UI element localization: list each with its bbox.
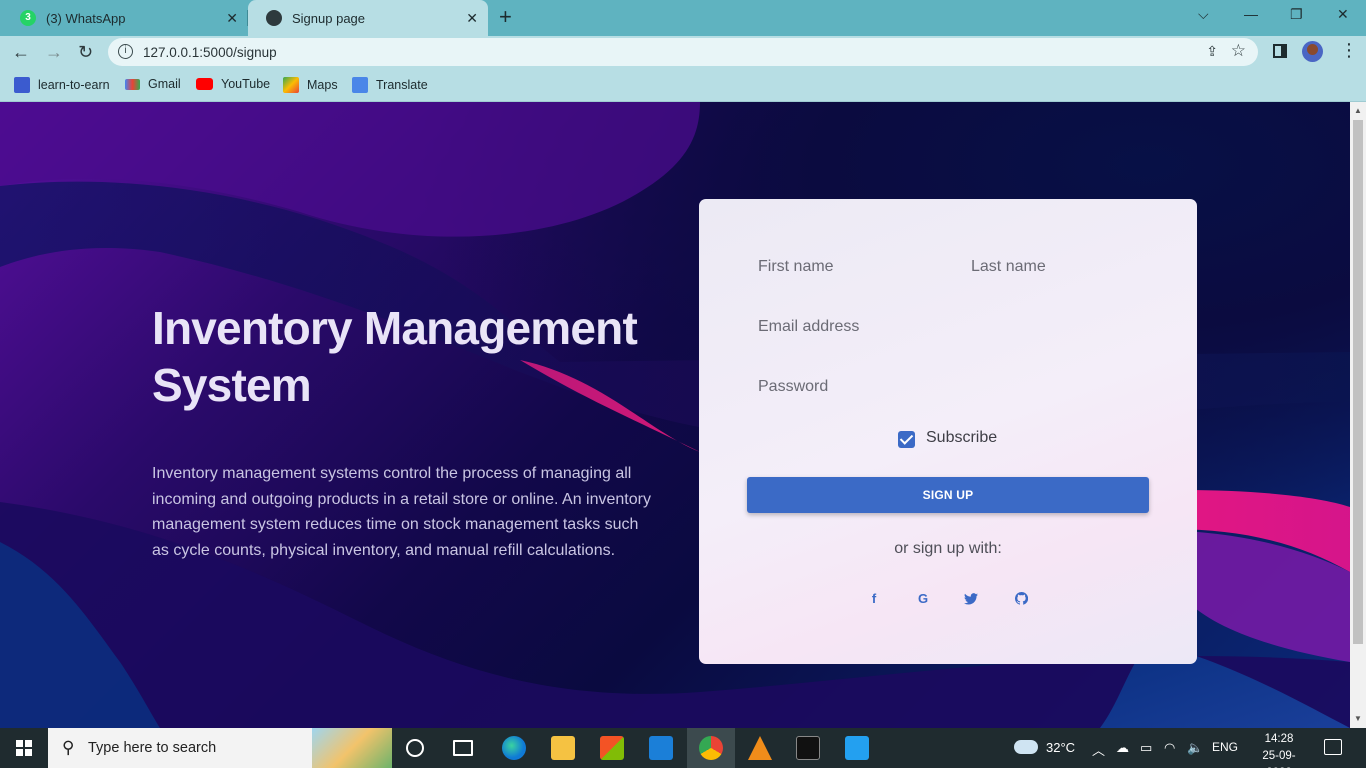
- chrome-icon[interactable]: [699, 736, 723, 760]
- whatsapp-icon: 3: [20, 10, 36, 26]
- github-icon[interactable]: [1011, 589, 1031, 609]
- reload-icon[interactable]: ↻: [78, 41, 93, 63]
- learn-to-earn-icon: [14, 77, 30, 93]
- terminal-icon[interactable]: [796, 736, 820, 760]
- windows-taskbar: ⚲ Type here to search 32°C ︿ ☁ ▭ ◠ 🔈 ENG…: [0, 728, 1366, 768]
- vlc-icon[interactable]: [748, 736, 772, 760]
- profile-avatar[interactable]: [1302, 41, 1323, 62]
- page-title: Inventory Management System: [152, 302, 638, 411]
- windows-start-icon[interactable]: [16, 740, 32, 756]
- subscribe-label[interactable]: Subscribe: [926, 429, 997, 447]
- facebook-icon[interactable]: f: [864, 589, 884, 609]
- side-panel-icon[interactable]: [1273, 44, 1287, 58]
- maps-icon: [283, 77, 299, 93]
- weather-temperature[interactable]: 32°C: [1046, 740, 1075, 755]
- onedrive-icon[interactable]: ☁: [1116, 740, 1129, 756]
- bookmark-maps[interactable]: Maps: [283, 77, 338, 93]
- bookmark-translate[interactable]: Translate: [352, 77, 428, 93]
- tab-signup[interactable]: Signup page ✕: [248, 0, 488, 36]
- bookmark-star-icon[interactable]: ☆: [1231, 41, 1246, 61]
- signup-card: Subscribe SIGN UP or sign up with: f G: [699, 199, 1197, 664]
- minimize-icon[interactable]: —: [1244, 6, 1258, 22]
- page-background: Inventory Management System Inventory ma…: [0, 102, 1350, 728]
- scroll-up-icon[interactable]: ▲: [1354, 106, 1362, 115]
- file-explorer-icon[interactable]: [551, 736, 575, 760]
- wifi-icon[interactable]: ◠: [1164, 740, 1175, 756]
- sign-up-button[interactable]: SIGN UP: [747, 477, 1149, 513]
- mail-icon[interactable]: [649, 736, 673, 760]
- scrollbar-thumb[interactable]: [1353, 120, 1363, 644]
- google-icon[interactable]: G: [913, 589, 933, 609]
- translate-icon: [352, 77, 368, 93]
- search-highlight-image: [312, 728, 392, 768]
- first-name-input[interactable]: [758, 256, 948, 278]
- url-text[interactable]: 127.0.0.1:5000/signup: [143, 45, 277, 60]
- taskbar-search-placeholder: Type here to search: [88, 740, 217, 756]
- page-scrollbar[interactable]: ▲ ▼: [1350, 102, 1366, 728]
- back-icon[interactable]: ←: [12, 41, 30, 63]
- bookmarks-bar: learn-to-earn Gmail YouTube Maps Transla…: [0, 68, 1366, 102]
- volume-icon[interactable]: 🔈: [1187, 740, 1203, 756]
- close-window-icon[interactable]: ✕: [1337, 6, 1349, 23]
- bookmark-gmail[interactable]: Gmail: [125, 77, 181, 91]
- globe-icon: [266, 10, 282, 26]
- bookmark-learn-to-earn[interactable]: learn-to-earn: [14, 77, 110, 93]
- address-bar[interactable]: i 127.0.0.1:5000/signup ⇪ ☆: [108, 38, 1258, 66]
- microsoft-store-icon[interactable]: [600, 736, 624, 760]
- password-input[interactable]: [758, 376, 1148, 398]
- last-name-input[interactable]: [971, 256, 1161, 278]
- edge-icon[interactable]: [502, 736, 526, 760]
- site-info-icon[interactable]: i: [118, 44, 133, 59]
- page-description: Inventory management systems control the…: [152, 465, 651, 559]
- taskbar-search[interactable]: ⚲ Type here to search: [48, 728, 392, 768]
- close-tab-icon[interactable]: ✕: [226, 10, 238, 26]
- youtube-icon: [196, 78, 213, 90]
- new-tab-icon[interactable]: +: [499, 6, 512, 28]
- email-input[interactable]: [758, 316, 1148, 338]
- twitter-icon[interactable]: [961, 589, 981, 609]
- taskbar-clock[interactable]: 14:28 25-09-2022: [1253, 731, 1305, 768]
- tab-search-chevron-icon[interactable]: ⌵: [1198, 6, 1209, 23]
- tab-title: (3) WhatsApp: [46, 10, 126, 26]
- tray-chevron-up-icon[interactable]: ︿: [1092, 740, 1105, 759]
- tab-whatsapp[interactable]: 3 (3) WhatsApp ✕: [2, 0, 248, 36]
- bookmark-youtube[interactable]: YouTube: [196, 77, 270, 91]
- gmail-icon: [125, 78, 140, 90]
- language-indicator[interactable]: ENG: [1212, 740, 1238, 754]
- clock-time: 14:28: [1264, 733, 1294, 745]
- subscribe-checkbox[interactable]: [898, 431, 915, 448]
- browser-tab-strip: 3 (3) WhatsApp ✕ Signup page ✕ + ⌵ — ❐ ✕: [0, 0, 1366, 36]
- share-icon[interactable]: ⇪: [1206, 43, 1218, 60]
- battery-icon[interactable]: ▭: [1140, 740, 1152, 756]
- vscode-icon[interactable]: [845, 736, 869, 760]
- tab-title: Signup page: [292, 10, 366, 26]
- weather-cloud-icon[interactable]: [1014, 740, 1038, 754]
- browser-toolbar: ← → ↻ i 127.0.0.1:5000/signup ⇪ ☆ ⋮: [0, 36, 1366, 68]
- search-icon: ⚲: [62, 738, 75, 757]
- task-view-icon[interactable]: [453, 740, 473, 756]
- forward-icon[interactable]: →: [45, 41, 63, 63]
- cortana-icon[interactable]: [406, 739, 424, 757]
- close-tab-icon[interactable]: ✕: [466, 10, 478, 26]
- scroll-down-icon[interactable]: ▼: [1354, 714, 1362, 723]
- clock-date: 25-09-2022: [1262, 750, 1296, 768]
- notification-center-icon[interactable]: [1324, 739, 1342, 755]
- alt-signup-text: or sign up with:: [894, 540, 1002, 557]
- menu-kebab-icon[interactable]: ⋮: [1340, 41, 1358, 59]
- restore-icon[interactable]: ❐: [1290, 6, 1303, 23]
